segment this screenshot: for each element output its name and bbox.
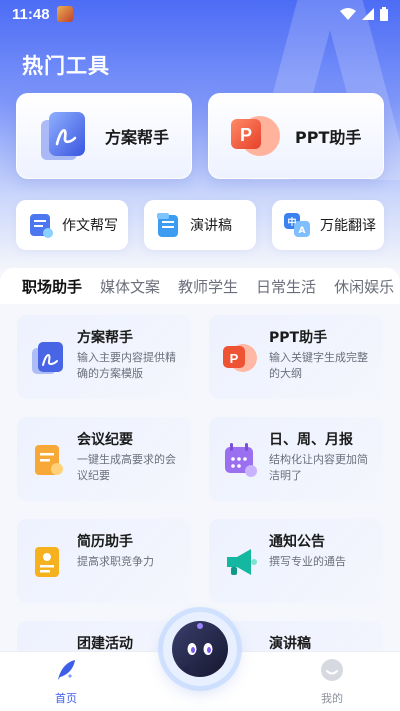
list-item-title: 方案帮手	[77, 330, 133, 346]
resume-icon	[35, 547, 59, 577]
list-item-title: 会议纪要	[77, 432, 133, 448]
tool-card-essay-writing[interactable]: 作文帮写	[16, 200, 128, 250]
list-item-resume[interactable]: 简历助手 提高求职竞争力	[17, 519, 191, 603]
notification-app-icon	[56, 6, 73, 22]
list-item-desc: 一键生成高要求的会议纪要	[77, 453, 176, 482]
list-item-meeting-notes[interactable]: 会议纪要 一键生成高要求的会议纪要	[17, 417, 191, 501]
featured-card-ppt-helper[interactable]: P PPT助手	[208, 93, 384, 179]
list-item-ppt-helper[interactable]: P PPT助手 输入关键字生成完整的大纲	[209, 315, 383, 399]
list-item-reports[interactable]: 日、周、月报 结构化让内容更加简洁明了	[209, 417, 383, 501]
list-item-desc: 结构化让内容更加简洁明了	[269, 453, 368, 482]
svg-text:A: A	[299, 226, 306, 236]
featured-label: PPT助手	[295, 128, 362, 147]
speech-doc-icon	[157, 213, 178, 237]
status-time: 11:48	[12, 5, 50, 23]
nav-label-home: 首页	[55, 692, 77, 705]
svg-text:P: P	[240, 125, 252, 145]
svg-text:中: 中	[287, 216, 296, 228]
page-title: 热门工具	[22, 54, 110, 78]
list-item-desc: 输入主要内容提供精确的方案模版	[77, 351, 176, 380]
nav-home[interactable]: 首页	[36, 658, 96, 706]
translate-icon: 中 A	[284, 213, 310, 237]
list-item-desc: 提高求职竞争力	[77, 555, 154, 568]
tab-teacher-student[interactable]: 教师学生	[178, 276, 238, 297]
tool-label: 作文帮写	[62, 218, 118, 234]
tab-media-copy[interactable]: 媒体文案	[100, 276, 160, 297]
tab-daily-life[interactable]: 日常生活	[256, 276, 316, 297]
meeting-notes-icon	[35, 445, 63, 475]
list-item-title: PPT助手	[269, 330, 328, 346]
powerpoint-icon: P	[231, 116, 280, 156]
powerpoint-icon: P	[223, 344, 257, 372]
svg-text:P: P	[230, 351, 239, 366]
tool-label: 演讲稿	[190, 218, 232, 234]
list-item-announcement[interactable]: 通知公告 撰写专业的通告	[209, 519, 383, 603]
profile-face-icon	[321, 659, 343, 681]
signal-icon	[362, 8, 374, 20]
category-tabs-bar: 职场助手 媒体文案 教师学生 日常生活 休闲娱乐	[0, 268, 400, 306]
list-item-desc: 输入关键字生成完整的大纲	[269, 351, 368, 380]
list-item-title: 日、周、月报	[269, 432, 353, 448]
writing-icon	[30, 214, 53, 238]
nav-label-profile: 我的	[321, 692, 343, 705]
tool-card-translate[interactable]: 中 A 万能翻译	[272, 200, 384, 250]
nav-profile[interactable]: 我的	[302, 658, 362, 706]
status-bar: 11:48	[0, 0, 400, 28]
tool-card-speech[interactable]: 演讲稿	[144, 200, 256, 250]
featured-card-plan-helper[interactable]: 方案帮手	[16, 93, 192, 179]
list-item-title: 通知公告	[269, 534, 325, 550]
chat-bot-avatar-icon	[172, 621, 228, 677]
document-pen-icon	[32, 342, 63, 374]
battery-icon	[380, 7, 388, 21]
megaphone-icon	[227, 549, 257, 575]
tab-leisure[interactable]: 休闲娱乐	[334, 276, 394, 297]
ai-assistant-button[interactable]	[163, 612, 237, 686]
document-pen-icon	[41, 112, 85, 160]
calendar-icon	[225, 443, 257, 477]
feather-home-icon	[58, 660, 75, 680]
list-item-plan-helper[interactable]: 方案帮手 输入主要内容提供精确的方案模版	[17, 315, 191, 399]
list-item-desc: 撰写专业的通告	[269, 555, 346, 568]
tab-workplace[interactable]: 职场助手	[22, 276, 82, 297]
wifi-icon	[340, 8, 356, 20]
featured-label: 方案帮手	[105, 128, 170, 147]
list-item-title: 简历助手	[77, 534, 133, 550]
tool-label: 万能翻译	[320, 218, 376, 234]
